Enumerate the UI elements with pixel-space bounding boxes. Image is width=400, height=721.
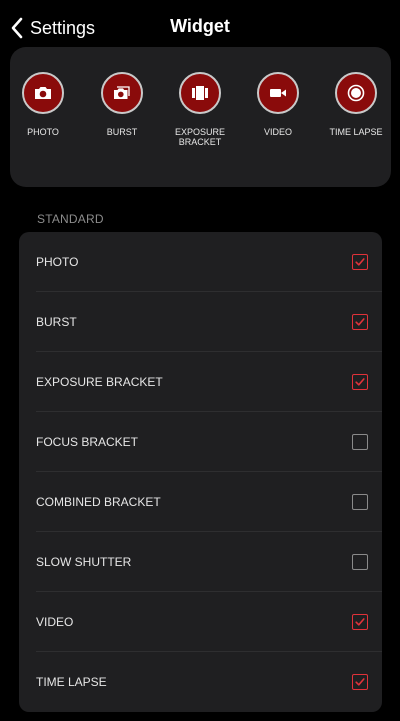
list-item[interactable]: PHOTO <box>19 232 382 292</box>
checkbox[interactable] <box>352 254 368 270</box>
list-item[interactable]: EXPOSURE BRACKET <box>19 352 382 412</box>
widget-button-exposure-bracket[interactable]: EXPOSURE BRACKET <box>160 72 240 147</box>
checkmark-icon <box>355 618 365 626</box>
list-item-label: VIDEO <box>36 615 74 629</box>
list-item-label: FOCUS BRACKET <box>36 435 139 449</box>
list-item-label: SLOW SHUTTER <box>36 555 132 569</box>
burst-icon <box>114 86 130 99</box>
checkbox[interactable] <box>352 494 368 510</box>
nav-bar: Settings Widget <box>0 0 400 54</box>
list-item[interactable]: FOCUS BRACKET <box>19 412 382 472</box>
list-item-label: BURST <box>36 315 77 329</box>
record-icon <box>347 84 365 102</box>
widget-button-circle <box>257 72 299 114</box>
widget-button-time-lapse[interactable]: TIME LAPSE <box>316 72 391 137</box>
list-item-label: TIME LAPSE <box>36 675 107 689</box>
widget-button-label: BURST <box>106 127 138 137</box>
list-item[interactable]: BURST <box>19 292 382 352</box>
widget-preview: PHOTO BURST EXPOSURE BRACKET VIDEO TIME … <box>10 47 391 187</box>
checkbox[interactable] <box>352 674 368 690</box>
list-item[interactable]: COMBINED BRACKET <box>19 472 382 532</box>
widget-button-circle <box>179 72 221 114</box>
widget-button-circle <box>335 72 377 114</box>
checkbox[interactable] <box>352 314 368 330</box>
list-item-label: PHOTO <box>36 255 79 269</box>
list-item[interactable]: SLOW SHUTTER <box>19 532 382 592</box>
widget-button-circle <box>101 72 143 114</box>
widget-button-burst[interactable]: BURST <box>82 72 162 137</box>
list-item-label: COMBINED BRACKET <box>36 495 161 509</box>
checkmark-icon <box>355 318 365 326</box>
page-title: Widget <box>170 16 230 36</box>
widget-button-label: TIME LAPSE <box>329 127 383 137</box>
checkbox[interactable] <box>352 434 368 450</box>
widget-button-circle <box>22 72 64 114</box>
list-item[interactable]: TIME LAPSE <box>19 652 382 712</box>
widget-button-label: PHOTO <box>27 127 59 137</box>
widget-options-list: PHOTO BURST EXPOSURE BRACKET FOCUS BRACKET C… <box>19 232 382 712</box>
checkmark-icon <box>355 378 365 386</box>
list-item-label: EXPOSURE BRACKET <box>36 375 163 389</box>
widget-button-photo[interactable]: PHOTO <box>10 72 83 137</box>
video-icon <box>270 89 286 97</box>
section-header: STANDARD <box>37 212 104 226</box>
checkmark-icon <box>355 258 365 266</box>
widget-button-label: VIDEO <box>263 127 292 137</box>
list-item[interactable]: VIDEO <box>19 592 382 652</box>
camera-icon <box>35 87 51 99</box>
checkbox[interactable] <box>352 374 368 390</box>
checkmark-icon <box>355 678 365 686</box>
bracket-icon <box>192 86 208 100</box>
checkbox[interactable] <box>352 614 368 630</box>
widget-button-video[interactable]: VIDEO <box>238 72 318 137</box>
widget-button-label: EXPOSURE BRACKET <box>174 127 225 147</box>
checkbox[interactable] <box>352 554 368 570</box>
